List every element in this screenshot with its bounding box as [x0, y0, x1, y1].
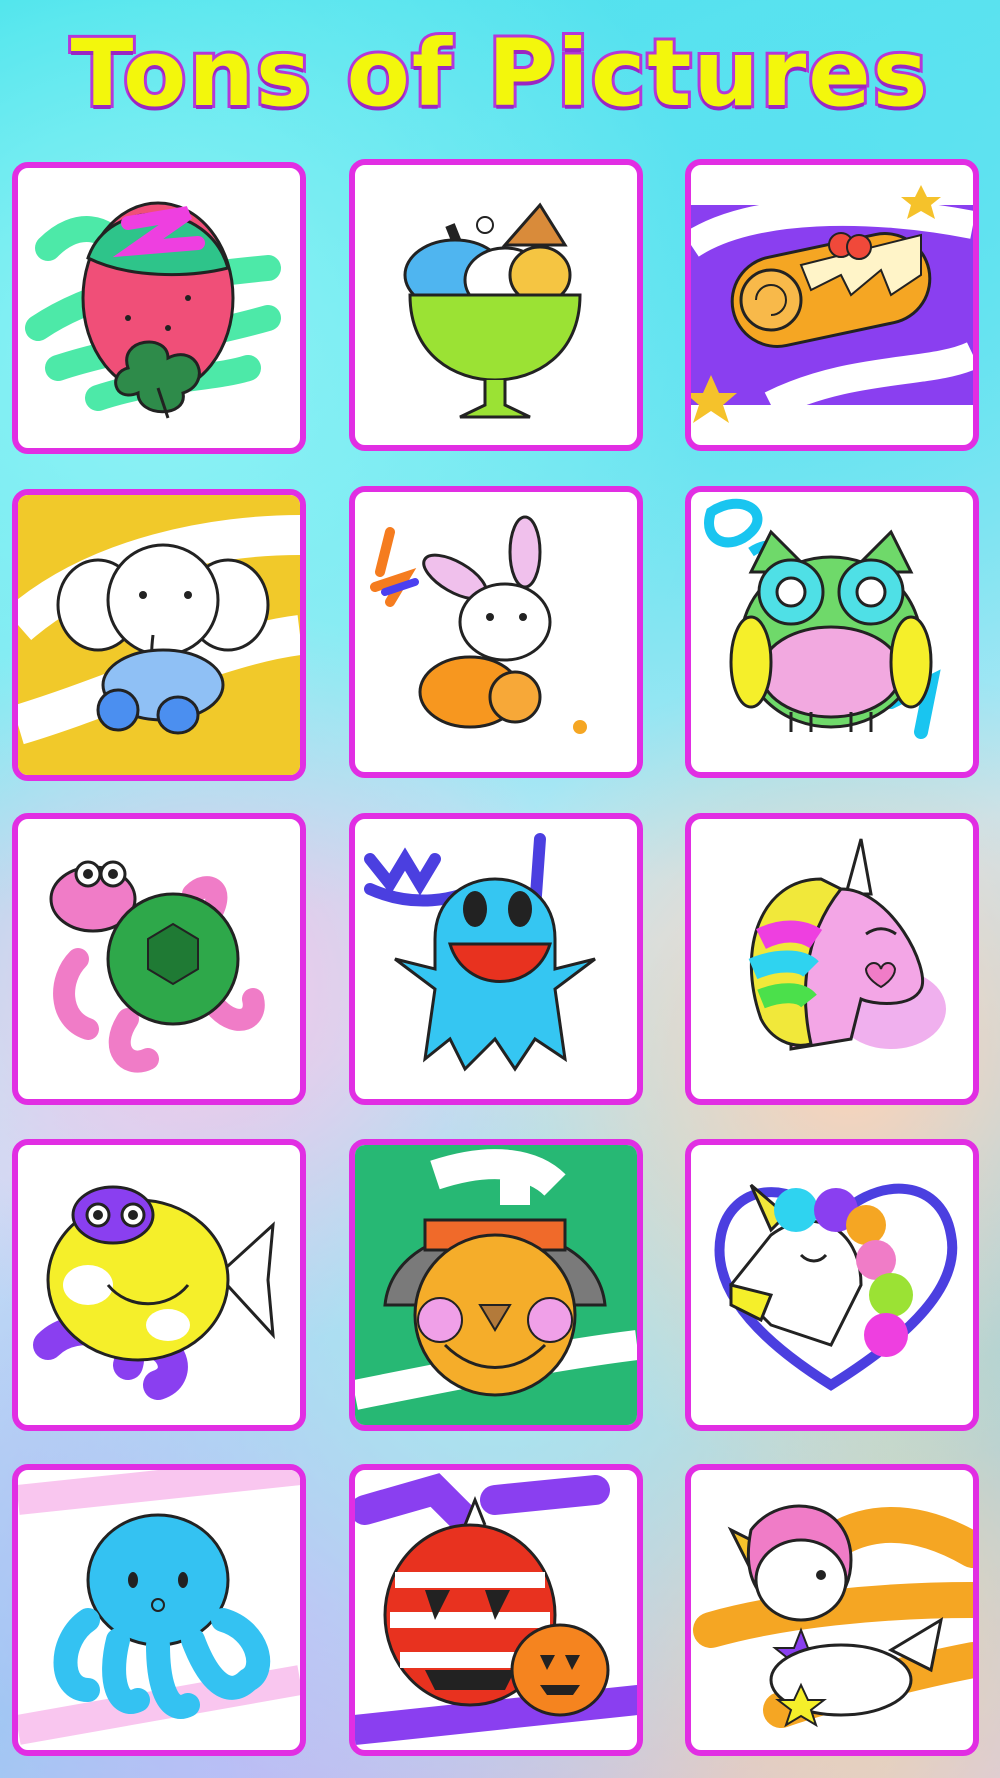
pegasus-unicorn-icon	[693, 1504, 973, 1728]
unicorn-head-icon	[748, 838, 946, 1051]
picture-tile-pumpkins[interactable]	[349, 1464, 643, 1756]
picture-tile-unicorn-heart[interactable]	[685, 1139, 979, 1431]
picture-tile-fish[interactable]	[12, 1139, 306, 1431]
bunny-icon	[370, 515, 587, 734]
picture-tile-elephant[interactable]	[12, 489, 306, 781]
picture-tile-scarecrow[interactable]	[349, 1139, 643, 1431]
picture-tile-bunny[interactable]	[349, 486, 643, 778]
octopus-icon	[18, 1470, 300, 1745]
picture-tile-pegasus-unicorn[interactable]	[685, 1464, 979, 1756]
turtle-icon	[49, 860, 265, 1073]
picture-tile-octopus[interactable]	[12, 1464, 306, 1756]
unicorn-heart-icon	[714, 1183, 958, 1391]
picture-grid	[0, 0, 1000, 1778]
scarecrow-icon	[355, 1145, 637, 1425]
picture-tile-ice-cream[interactable]	[349, 159, 643, 451]
picture-tile-owl[interactable]	[685, 486, 979, 778]
owl-icon	[704, 498, 941, 739]
picture-tile-ghost[interactable]	[349, 813, 643, 1105]
picture-tile-unicorn-head[interactable]	[685, 813, 979, 1105]
strawberry-icon	[25, 201, 281, 419]
swiss-roll-cake-icon	[691, 185, 973, 423]
pumpkins-icon	[355, 1473, 637, 1745]
picture-tile-swiss-roll[interactable]	[685, 159, 979, 451]
picture-tile-strawberry[interactable]	[12, 162, 306, 454]
picture-tile-turtle[interactable]	[12, 813, 306, 1105]
elephant-icon	[18, 495, 300, 775]
ice-cream-sundae-icon	[403, 202, 582, 419]
ghost-icon	[364, 833, 596, 1072]
fish-icon	[33, 1185, 275, 1400]
